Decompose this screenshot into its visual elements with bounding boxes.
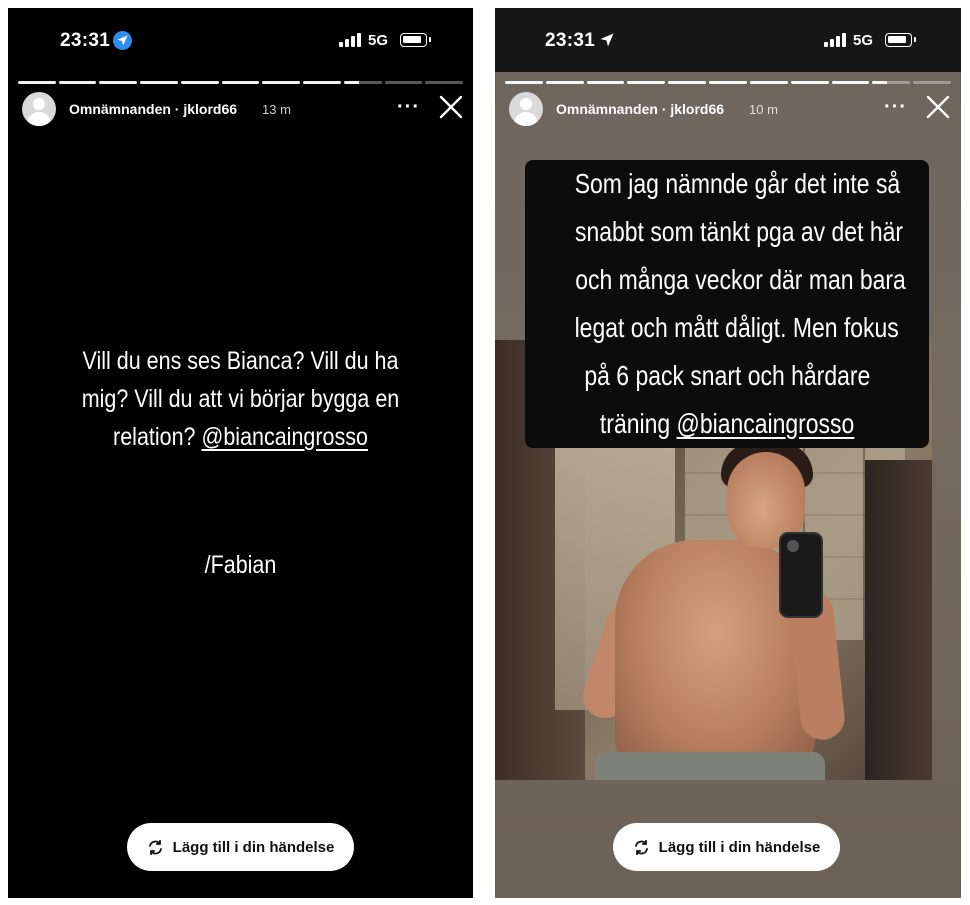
story-time-ago: 10 m <box>749 102 778 117</box>
battery-icon <box>885 33 916 47</box>
story-text-line: relation? @biancaingrosso <box>113 423 368 451</box>
network-label: 5G <box>368 32 389 49</box>
caption-box: Som jag nämnde går det inte så snabbt so… <box>525 160 929 448</box>
add-to-story-label: Lägg till i din händelse <box>172 838 335 856</box>
add-to-story-button[interactable]: Lägg till i din händelse <box>613 823 840 871</box>
add-to-story-button[interactable]: Lägg till i din händelse <box>127 823 354 871</box>
story-username[interactable]: Omnämnanden · jklord66 <box>556 101 724 117</box>
story-text-line: Vill du ens ses Bianca? Vill du ha <box>82 347 399 375</box>
caption-line: och många veckor där man bara <box>575 264 906 295</box>
story-screen-right: 23:31 5G Omnämnanden · jklord66 10 m ···… <box>495 8 961 898</box>
mention-link[interactable]: @biancaingrosso <box>202 423 368 451</box>
story-text: Vill du ens ses Bianca? Vill du ha mig? … <box>41 342 441 456</box>
status-bar: 23:31 5G <box>8 8 473 72</box>
phone-image <box>779 532 823 618</box>
battery-icon <box>400 33 431 47</box>
caption-line: snabbt som tänkt pga av det här <box>575 216 904 247</box>
status-bar: 23:31 5G <box>495 8 961 72</box>
add-to-story-label: Lägg till i din händelse <box>658 838 821 856</box>
story-progress-bar <box>505 81 951 84</box>
mention-link[interactable]: @biancaingrosso <box>676 408 854 439</box>
story-header: Omnämnanden · jklord66 13 m ··· <box>8 92 473 128</box>
avatar[interactable] <box>509 92 543 126</box>
caption-line: träning @biancaingrosso <box>599 408 855 439</box>
more-icon[interactable]: ··· <box>397 96 420 119</box>
story-screen-left: 23:31 5G Omnämnanden · jklord66 13 m ···… <box>8 8 473 898</box>
location-arrow-icon <box>113 31 132 50</box>
signal-icon <box>339 33 361 47</box>
caption-line: på 6 pack snart och hårdare <box>584 360 870 391</box>
story-time-ago: 13 m <box>262 102 291 117</box>
status-time: 23:31 <box>545 30 596 51</box>
reshare-icon <box>634 839 648 855</box>
more-icon[interactable]: ··· <box>884 96 907 119</box>
caption-line: Som jag nämnde går det inte så <box>574 168 901 199</box>
location-arrow-icon <box>599 32 615 53</box>
network-label: 5G <box>853 32 874 49</box>
caption-line: legat och mått dåligt. Men fokus <box>574 312 899 343</box>
close-icon[interactable] <box>925 94 951 120</box>
story-caption: Som jag nämnde går det inte så snabbt so… <box>525 160 929 448</box>
avatar[interactable] <box>22 92 56 126</box>
close-icon[interactable] <box>438 94 464 120</box>
story-header: Omnämnanden · jklord66 10 m ··· <box>495 92 961 128</box>
status-time: 23:31 <box>60 30 111 51</box>
story-text-line: mig? Vill du att vi börjar bygga en <box>81 385 400 413</box>
story-signature: /Fabian <box>204 551 277 579</box>
story-progress-bar <box>18 81 464 84</box>
signal-icon <box>824 33 846 47</box>
reshare-icon <box>148 839 162 855</box>
story-username[interactable]: Omnämnanden · jklord66 <box>69 101 237 117</box>
